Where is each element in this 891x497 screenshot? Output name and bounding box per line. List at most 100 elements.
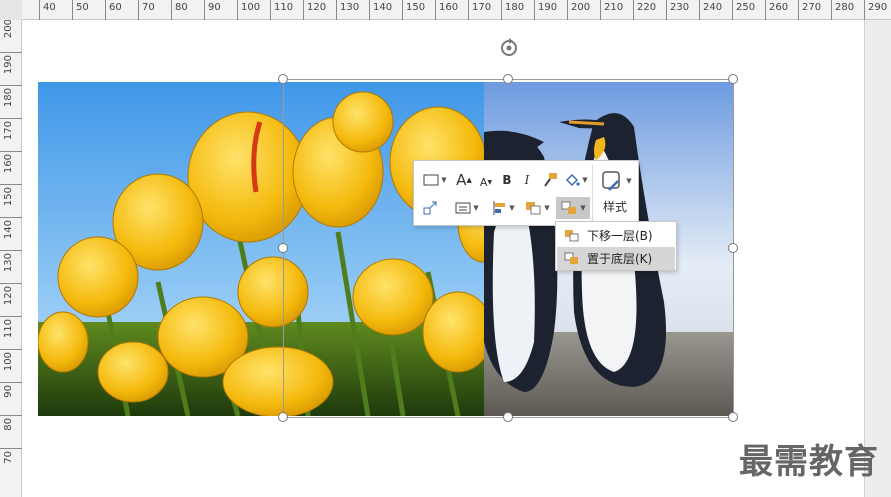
- quick-styles-icon: [602, 171, 621, 191]
- ruler-tick: 140: [369, 0, 392, 20]
- quick-styles-label: 样式: [602, 200, 627, 214]
- ruler-tick: 230: [666, 0, 689, 20]
- right-scroll-area[interactable]: [864, 20, 891, 497]
- ruler-tick: 160: [435, 0, 458, 20]
- ruler-tick: 40: [39, 0, 56, 20]
- ruler-tick: 90: [0, 382, 22, 416]
- resize-handle-bottom-left[interactable]: [278, 412, 288, 422]
- ruler-tick: 110: [270, 0, 293, 20]
- bold-label: B: [502, 173, 512, 187]
- chevron-down-icon: ▼: [441, 176, 447, 184]
- chevron-down-icon: ▼: [580, 204, 586, 212]
- menu-item-label: 置于底层(K): [587, 252, 653, 266]
- ruler-tick: 120: [303, 0, 326, 20]
- tulip-image-graphic: [38, 82, 488, 416]
- ruler-tick: 200: [567, 0, 590, 20]
- ruler-tick: 190: [534, 0, 557, 20]
- wrap-text-icon: [455, 202, 471, 214]
- ruler-corner: [0, 0, 22, 20]
- watermark: 最需教育: [739, 442, 879, 482]
- vertical-ruler: 200 190 180 170 160 150 140 130 120 110 …: [0, 16, 22, 497]
- ruler-tick: 70: [138, 0, 155, 20]
- toolbar-separator: [592, 165, 593, 223]
- resize-handle-top-center[interactable]: [503, 74, 513, 84]
- ruler-tick: 140: [0, 217, 22, 251]
- ruler-tick: 190: [0, 52, 22, 86]
- bring-forward-button[interactable]: ▼: [520, 197, 554, 219]
- align-icon: [493, 201, 506, 215]
- ruler-tick: 240: [699, 0, 722, 20]
- menu-item-send-backward[interactable]: 下移一层(B): [557, 224, 675, 247]
- ruler-tick: 80: [171, 0, 188, 20]
- send-backward-icon: [561, 201, 577, 214]
- tulip-image[interactable]: [38, 82, 488, 416]
- ruler-tick: 270: [798, 0, 821, 20]
- ruler-tick: 130: [0, 250, 22, 284]
- ruler-tick: 250: [732, 0, 755, 20]
- wrap-text-button[interactable]: ▼: [452, 197, 482, 219]
- ruler-tick: 70: [0, 448, 22, 482]
- italic-label: I: [524, 173, 530, 187]
- send-backward-icon: [557, 229, 587, 243]
- rotate-handle-icon[interactable]: [498, 36, 520, 58]
- ruler-tick: 80: [0, 415, 22, 449]
- ruler-tick: 150: [0, 184, 22, 218]
- ruler-tick: 220: [633, 0, 656, 20]
- resize-handle-top-left[interactable]: [278, 74, 288, 84]
- grow-font-label: A: [456, 171, 467, 189]
- caret-down-icon: ▼: [487, 178, 493, 186]
- ruler-tick: 210: [600, 0, 623, 20]
- resize-handle-bottom-center[interactable]: [503, 412, 513, 422]
- crop-button[interactable]: [418, 197, 442, 219]
- align-button[interactable]: ▼: [488, 197, 518, 219]
- paint-bucket-icon: [566, 173, 580, 187]
- ruler-tick: 170: [0, 118, 22, 152]
- ruler-tick: 120: [0, 283, 22, 317]
- chevron-down-icon: ▼: [626, 177, 632, 185]
- shape-outline-button[interactable]: ▼: [418, 169, 452, 191]
- send-backward-button[interactable]: ▼: [556, 197, 590, 219]
- grow-font-button[interactable]: A ▲: [454, 169, 474, 191]
- chevron-down-icon: ▼: [509, 204, 515, 212]
- ruler-tick: 50: [72, 0, 89, 20]
- ruler-tick: 290: [864, 0, 887, 20]
- ruler-tick: 200: [0, 16, 22, 53]
- italic-button[interactable]: I: [518, 169, 536, 191]
- shape-fill-button[interactable]: ▼: [562, 169, 590, 191]
- caret-up-icon: ▲: [466, 176, 472, 184]
- chevron-down-icon: ▼: [473, 204, 479, 212]
- chevron-down-icon: ▼: [544, 204, 550, 212]
- floating-mini-toolbar: ▼ A ▲ A ▼ B I ▼ ▼ ▼ ▼ ▼ ▼ 样式: [413, 160, 639, 226]
- ruler-tick: 160: [0, 151, 22, 185]
- bring-forward-icon: [526, 202, 541, 215]
- menu-item-label: 下移一层(B): [587, 229, 653, 243]
- rectangle-icon: [423, 174, 439, 186]
- quick-styles-button[interactable]: ▼: [600, 167, 632, 195]
- bold-button[interactable]: B: [498, 169, 516, 191]
- horizontal-ruler: 40 50 60 70 80 90 100 110 120 130 140 15…: [0, 0, 891, 20]
- ruler-tick: 180: [0, 85, 22, 119]
- ruler-tick: 260: [765, 0, 788, 20]
- ruler-tick: 150: [402, 0, 425, 20]
- resize-handle-middle-left[interactable]: [278, 243, 288, 253]
- ruler-tick: 280: [831, 0, 854, 20]
- chevron-down-icon: ▼: [582, 176, 588, 184]
- ruler-tick: 60: [105, 0, 122, 20]
- ruler-tick: 180: [501, 0, 524, 20]
- shrink-font-label: A: [479, 175, 488, 189]
- crop-position-icon: [423, 201, 437, 215]
- format-painter-button[interactable]: [540, 169, 560, 191]
- arrange-dropdown-menu: 下移一层(B) 置于底层(K): [555, 221, 677, 271]
- ruler-tick: 100: [237, 0, 260, 20]
- ruler-tick: 90: [204, 0, 221, 20]
- resize-handle-bottom-right[interactable]: [728, 412, 738, 422]
- ruler-tick: 170: [468, 0, 491, 20]
- resize-handle-top-right[interactable]: [728, 74, 738, 84]
- menu-item-send-to-back[interactable]: 置于底层(K): [557, 247, 675, 270]
- resize-handle-middle-right[interactable]: [728, 243, 738, 253]
- send-to-back-icon: [557, 252, 587, 266]
- ruler-tick: 110: [0, 316, 22, 350]
- ruler-tick: 130: [336, 0, 359, 20]
- shrink-font-button[interactable]: A ▼: [476, 171, 496, 193]
- format-painter-icon: [544, 173, 557, 187]
